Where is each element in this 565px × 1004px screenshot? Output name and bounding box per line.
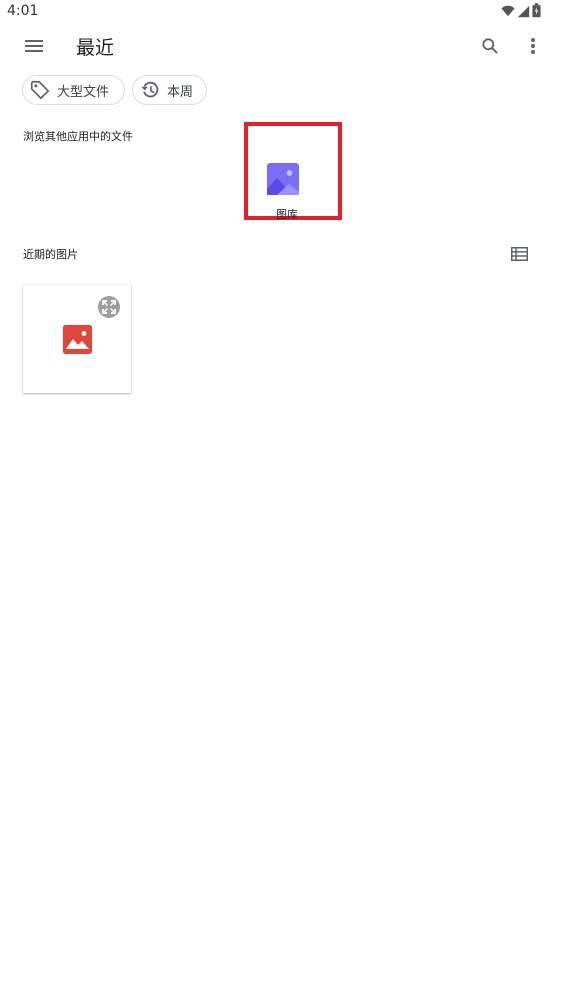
chip-large-files[interactable]: 大型文件 (22, 75, 125, 105)
view-toggle-button[interactable] (506, 241, 532, 267)
wifi-icon (501, 3, 515, 22)
status-time: 4:01 (7, 3, 39, 19)
tag-icon (30, 80, 50, 100)
recent-image-thumbnail[interactable] (23, 285, 131, 393)
page-title: 最近 (76, 37, 115, 59)
search-icon (482, 38, 498, 54)
chip-this-week-label: 本周 (167, 84, 194, 100)
chip-large-files-label: 大型文件 (57, 84, 110, 100)
more-options-button[interactable] (519, 32, 547, 60)
battery-icon (532, 2, 541, 22)
expand-icon[interactable] (98, 296, 120, 318)
image-icon (63, 325, 92, 354)
gallery-app-item[interactable]: 图库 (244, 122, 342, 221)
chip-this-week[interactable]: 本周 (132, 75, 207, 105)
status-bar: 4:01 (0, 0, 565, 24)
menu-button[interactable] (20, 32, 48, 60)
menu-icon (25, 40, 43, 52)
gallery-app-label: 图库 (276, 208, 298, 221)
more-vert-icon (531, 38, 535, 54)
history-icon (141, 81, 159, 98)
top-app-bar: 最近 (0, 24, 565, 68)
gallery-icon (267, 163, 299, 195)
signal-icon (517, 3, 530, 22)
browse-section-label: 浏览其他应用中的文件 (23, 130, 133, 143)
list-view-icon (510, 247, 528, 261)
status-icons (501, 2, 541, 22)
recent-section-label: 近期的图片 (23, 248, 78, 261)
search-button[interactable] (476, 32, 504, 60)
